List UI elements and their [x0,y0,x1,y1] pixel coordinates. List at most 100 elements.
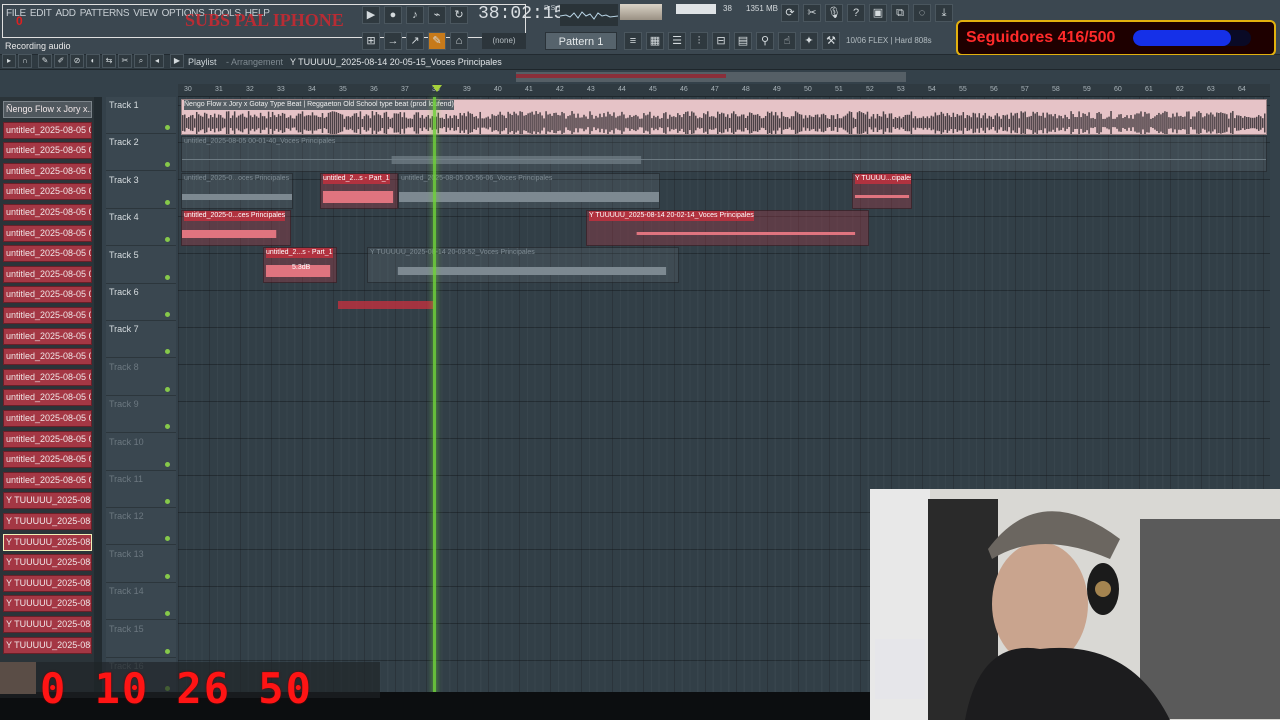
playhead-marker[interactable] [432,85,442,92]
audio-clip-muted[interactable]: Y TUUUUU_2025-08-14 20-03-52_Voces Princ… [367,247,679,283]
magnet-icon[interactable]: ∩ [18,54,32,68]
track-active-led[interactable] [165,199,170,205]
clip-list-item[interactable]: Y TUUUUU_2025-08-14 1... [3,533,92,551]
track-header[interactable]: Track 2 [106,134,176,172]
master-volume-slider[interactable] [620,4,662,20]
audio-clip-vocal[interactable]: Y TUUUUU_2025-08-14 20-02-14_Voces Princ… [586,210,869,246]
audio-clip-vocal[interactable]: untitled_2025-0...ces Principales [181,210,291,246]
mixer-icon[interactable]: ⫶ [690,32,708,50]
wait-input-icon[interactable]: ⌁ [428,6,446,24]
playlist-icon[interactable]: ≡ [624,32,642,50]
plugin-picker-icon[interactable]: ⚲ [756,32,774,50]
paint-tool-icon[interactable]: ✐ [54,54,68,68]
mic-icon[interactable]: 🎙 [825,4,843,22]
clip-list-item[interactable]: untitled_2025-08-05 00-... [3,265,92,283]
clip-list-item[interactable]: Y TUUUUU_2025-08-14 1... [3,513,92,530]
clip-list-item[interactable]: Y TUUUUU_2025-08-14 2... [3,616,92,633]
pattern-selector[interactable]: Pattern 1 [545,32,617,50]
delete-tool-icon[interactable]: ⊘ [70,54,84,68]
download-icon[interactable]: ⤓ [935,4,953,22]
audio-clip-muted[interactable]: untitled_2025-08-05 00-56-06_Voces Princ… [398,173,660,209]
arrow-icon[interactable]: → [384,32,402,50]
slip-tool-icon[interactable]: ⇆ [102,54,116,68]
clip-list-item[interactable]: Y TUUUUU_2025-08-14 1... [3,492,92,510]
track-header[interactable]: Track 11 [106,471,176,508]
cart-icon[interactable]: ⚒ [822,32,840,50]
pattern-song-toggle-icon[interactable]: ▶ [362,6,380,24]
playback-tool-icon[interactable]: ◂ [150,54,164,68]
snap-selector[interactable]: (none) [482,33,526,49]
clip-list-item[interactable]: Y TUUUUU_2025-08-14 1... [3,554,92,572]
chat-icon[interactable]: ◌ [913,4,931,22]
track-active-led[interactable] [165,611,170,617]
clip-list-item[interactable]: untitled_2025-08-05 00-... [3,368,92,386]
browser-icon[interactable]: ⊟ [712,32,730,50]
touch-icon[interactable]: ☝ [778,32,796,50]
track-active-led[interactable] [165,573,170,579]
audio-clip-muted[interactable]: untitled_2025-08-05 00-01-40_Voces Princ… [181,136,1267,172]
clip-list-item[interactable]: Ñengo Flow x Jory x... [3,101,92,118]
slice-tool-icon[interactable]: ✂ [118,54,132,68]
clip-list-item[interactable]: untitled_2025-08-05 00-... [3,451,92,469]
record-icon[interactable]: ● [384,6,402,24]
mute-tool-icon[interactable]: ◐ [86,54,100,68]
track-active-led[interactable] [165,536,170,542]
clip-list-item[interactable]: untitled_2025-08-05 00-... [3,286,92,304]
timeline-ruler[interactable]: 30 31 32 33 34 35 36 37 38 39 40 41 42 43 44 45 46 47 48 49… [178,84,1270,97]
help-icon[interactable]: ? [847,4,865,22]
track-header[interactable]: Track 13 [106,546,176,583]
clip-list-item[interactable]: untitled_2025-08-05 00-... [3,245,92,263]
tag-icon[interactable]: ✦ [800,32,818,50]
track-active-led[interactable] [165,274,170,280]
track-header[interactable]: Track 8 [106,359,176,396]
track-active-led[interactable] [165,162,170,168]
draw-tool-icon[interactable]: ✎ [38,54,52,68]
clip-list-item[interactable]: untitled_2025-08-05 00-... [3,307,92,324]
snap-icon[interactable]: ⊞ [362,32,380,50]
audio-clip-vocal[interactable]: Y TUUUU...cipales [852,173,912,209]
clip-list-item[interactable]: untitled_2025-08-05 00-... [3,224,92,242]
clip-list-item[interactable]: untitled_2025-08-05 00-... [3,204,92,221]
project-icon[interactable]: ▤ [734,32,752,50]
clip-list-scrollbar[interactable] [94,97,102,697]
track-header[interactable]: Track 6 [106,284,176,321]
clip-list-item[interactable]: Y TUUUUU_2025-08-14 1... [3,574,92,592]
playlist-arrow-icon[interactable]: ▶ [170,54,184,68]
stamp-icon[interactable]: ⌂ [450,32,468,50]
track-header[interactable]: Track 5 [106,247,176,284]
track-active-led[interactable] [165,648,170,654]
loop-record-icon[interactable]: ↻ [450,6,468,24]
track-active-led[interactable] [165,349,170,355]
audio-clip-vocal[interactable]: untitled_2...s - Part_1 [320,173,398,209]
curve-icon[interactable]: ↗ [406,32,424,50]
track-header[interactable]: Track 14 [106,583,176,621]
clip-list-item[interactable]: untitled_2025-08-05 00-... [3,162,92,180]
track-header[interactable]: Track 10 [106,434,176,471]
playlist-arrangement[interactable]: - Arrangement [226,57,283,67]
clip-list-item[interactable]: untitled_2025-08-05 00-... [3,430,92,448]
track-header[interactable]: Track 4 [106,209,176,247]
track-header[interactable]: Track 7 [106,321,176,359]
clip-list-item[interactable]: untitled_2025-08-05 00-... [3,142,92,160]
clip-list-item[interactable]: untitled_2025-08-05 00-... [3,183,92,201]
track-header[interactable]: Track 15 [106,621,176,658]
track-active-led[interactable] [165,424,170,430]
track-active-led[interactable] [165,125,170,130]
save-icon[interactable]: ▣ [869,4,887,22]
track-active-led[interactable] [165,386,170,392]
track-active-led[interactable] [165,461,170,467]
track-active-led[interactable] [165,237,170,243]
track-header[interactable]: Track 3 [106,172,176,209]
metronome-icon[interactable]: ♪ [406,6,424,24]
clip-list-item[interactable]: untitled_2025-08-05 00-... [3,348,92,366]
clip-list-item[interactable]: untitled_2025-08-05 00-... [3,471,92,489]
channel-rack-icon[interactable]: ☰ [668,32,686,50]
cut-icon[interactable]: ✂ [803,4,821,22]
audio-clip-vocal[interactable]: untitled_2...s - Part_1 5.3dB [263,247,337,283]
clip-list-item[interactable]: untitled_2025-08-05 00-... [3,389,92,407]
track-active-led[interactable] [165,499,170,504]
plugin-icon[interactable]: ⧉ [891,4,909,22]
playlist-menu-icon[interactable]: ▸ [2,54,16,68]
clip-list-item[interactable]: untitled_2025-08-05 00-... [3,121,92,139]
clip-list-item[interactable]: Y TUUUUU_2025-08-14 2... [3,636,92,654]
